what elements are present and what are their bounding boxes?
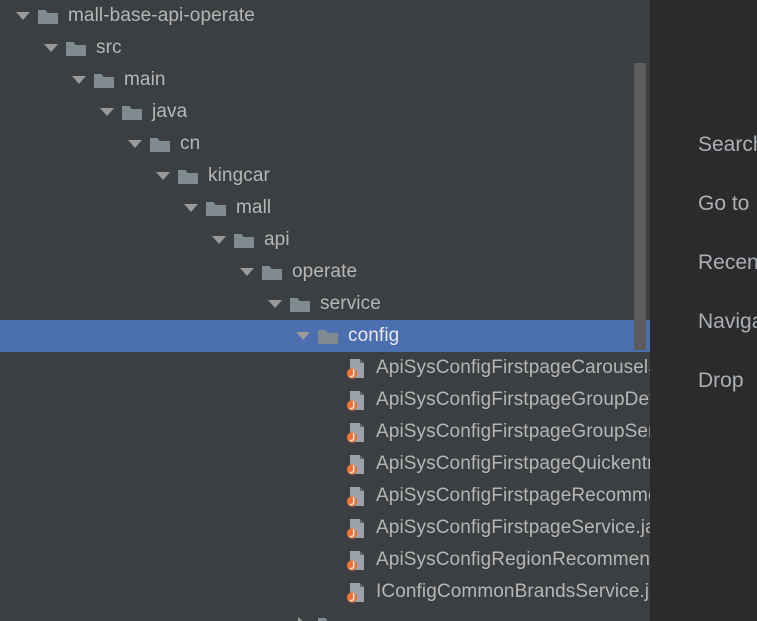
chevron-down-icon[interactable] [210, 224, 228, 256]
tree-node-label: ApiSysConfigFirstpageQuickentryService.j… [376, 453, 650, 474]
tree-row[interactable]: cn [0, 128, 650, 160]
tree-row[interactable] [0, 608, 650, 621]
chevron-down-icon[interactable] [14, 0, 32, 32]
tree-node-label: ApiSysConfigFirstpageService.java [376, 517, 650, 538]
tree-node-label: main [124, 69, 166, 90]
tree-node-label: mall [236, 197, 272, 218]
project-tree[interactable]: mall-base-api-operate src main java cn kingca… [0, 0, 650, 621]
chevron-down-icon[interactable] [182, 192, 200, 224]
chevron-right-icon[interactable] [294, 608, 312, 621]
tree-node-label: src [96, 37, 122, 58]
tree-row[interactable]: ApiSysConfigFirstpageQuickentryService.j… [0, 448, 650, 480]
tree-node-label: ApiSysConfigFirstpageCarouselService.jav… [376, 357, 650, 378]
ide-window: mall-base-api-operate src main java cn kingca… [0, 0, 757, 621]
folder-icon [206, 192, 228, 224]
tree-row[interactable]: mall [0, 192, 650, 224]
folder-icon [318, 320, 340, 352]
editor-hint-label: Go to [698, 192, 750, 215]
tree-scrollbar-track[interactable] [634, 0, 648, 621]
folder-icon [66, 32, 88, 64]
tree-row[interactable]: ApiSysConfigRegionRecommendService.java [0, 544, 650, 576]
tree-node-label: kingcar [208, 165, 270, 186]
tree-node-label: IConfigCommonBrandsService.java [376, 581, 650, 602]
tree-row[interactable]: java [0, 96, 650, 128]
tree-row[interactable]: main [0, 64, 650, 96]
java-interface-icon [346, 448, 368, 480]
chevron-down-icon[interactable] [238, 256, 256, 288]
tree-row[interactable]: ApiSysConfigFirstpageGroupDetailService.… [0, 384, 650, 416]
tree-node-label: ApiSysConfigFirstpageGroupDetailService.… [376, 389, 650, 410]
java-interface-icon [346, 480, 368, 512]
tree-row[interactable]: ApiSysConfigFirstpageGroupService.java [0, 416, 650, 448]
tree-row[interactable]: IConfigCommonBrandsService.java [0, 576, 650, 608]
project-tool-window[interactable]: mall-base-api-operate src main java cn kingca… [0, 0, 650, 621]
tree-row[interactable]: kingcar [0, 160, 650, 192]
tree-scrollbar-thumb[interactable] [634, 63, 646, 350]
tree-row[interactable]: src [0, 32, 650, 64]
folder-icon [290, 288, 312, 320]
chevron-down-icon[interactable] [126, 128, 144, 160]
tree-node-label: api [264, 229, 290, 250]
folder-icon [234, 224, 256, 256]
chevron-down-icon[interactable] [154, 160, 172, 192]
folder-icon [318, 608, 340, 621]
editor-hint-label: Recent [698, 251, 757, 274]
tree-node-label: cn [180, 133, 201, 154]
tree-row[interactable]: mall-base-api-operate [0, 0, 650, 32]
tree-node-label: operate [292, 261, 358, 282]
tree-node-label: ApiSysConfigFirstpageRecommendService.ja… [376, 485, 650, 506]
java-interface-icon [346, 416, 368, 448]
folder-icon [178, 160, 200, 192]
tree-node-label: config [348, 325, 400, 346]
folder-icon [38, 0, 60, 32]
editor-hint-label: Navigate [698, 310, 757, 333]
tree-row[interactable]: ApiSysConfigFirstpageService.java [0, 512, 650, 544]
java-interface-icon [346, 512, 368, 544]
chevron-down-icon[interactable] [70, 64, 88, 96]
chevron-down-icon[interactable] [294, 320, 312, 352]
tree-row[interactable]: ApiSysConfigFirstpageRecommendService.ja… [0, 480, 650, 512]
tree-node-label: mall-base-api-operate [68, 5, 255, 26]
tree-row[interactable]: api [0, 224, 650, 256]
tree-row[interactable]: ApiSysConfigFirstpageCarouselService.jav… [0, 352, 650, 384]
tree-row[interactable]: service [0, 288, 650, 320]
java-interface-icon [346, 384, 368, 416]
folder-icon [94, 64, 116, 96]
editor-hint-label: Drop [698, 369, 744, 392]
tree-node-label: service [320, 293, 381, 314]
tree-node-label: ApiSysConfigRegionRecommendService.java [376, 549, 650, 570]
tree-node-label: java [152, 101, 188, 122]
tree-node-label: ApiSysConfigFirstpageGroupService.java [376, 421, 650, 442]
java-interface-icon [346, 352, 368, 384]
chevron-down-icon[interactable] [98, 96, 116, 128]
folder-icon [122, 96, 144, 128]
tree-row[interactable]: operate [0, 256, 650, 288]
folder-icon [150, 128, 172, 160]
java-interface-icon [346, 544, 368, 576]
chevron-down-icon[interactable] [42, 32, 60, 64]
editor-hint-label: Search [698, 133, 757, 156]
chevron-down-icon[interactable] [266, 288, 284, 320]
java-interface-icon [346, 576, 368, 608]
tree-row[interactable]: config [0, 320, 650, 352]
editor-empty-state-panel: Search Go to Recent Navigate Drop [650, 0, 757, 621]
folder-icon [262, 256, 284, 288]
